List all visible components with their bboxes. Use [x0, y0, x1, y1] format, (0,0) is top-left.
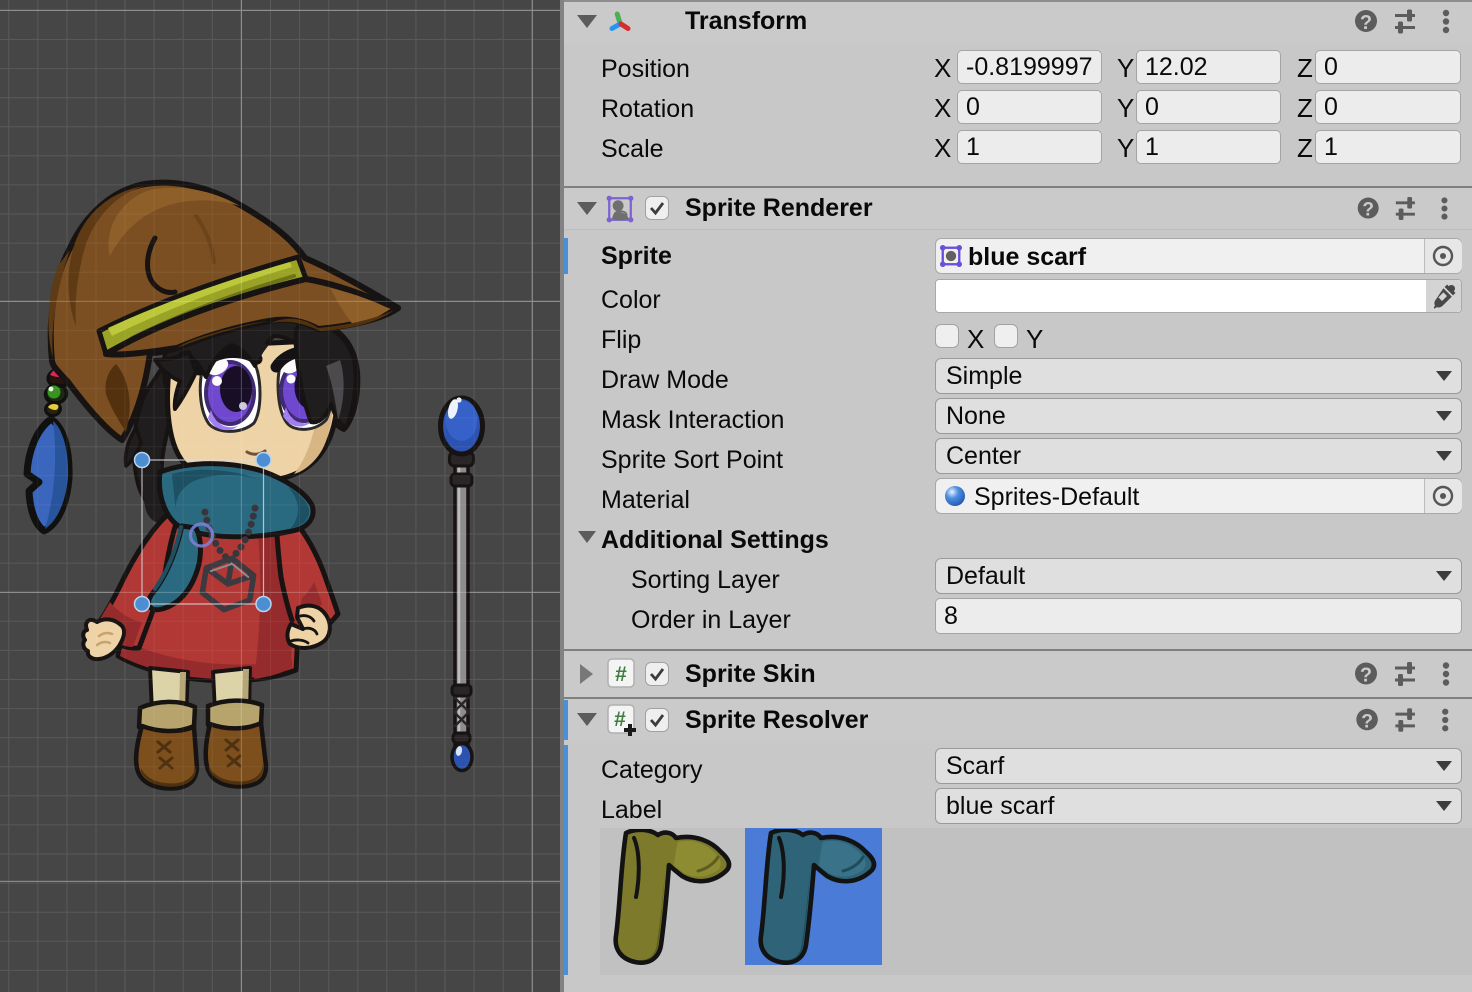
svg-text:?: ?	[1360, 665, 1372, 687]
svg-text:#: #	[614, 708, 626, 731]
svg-text:?: ?	[1360, 12, 1372, 34]
svg-text:?: ?	[1362, 200, 1374, 221]
svg-text:?: ?	[1361, 710, 1373, 732]
svg-text:#: #	[615, 663, 627, 686]
